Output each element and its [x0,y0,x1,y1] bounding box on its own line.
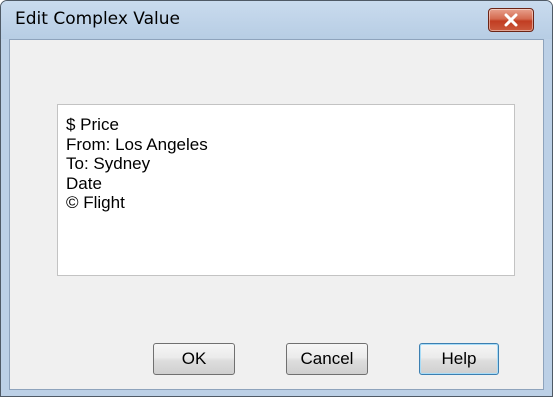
cancel-button[interactable]: Cancel [286,343,368,375]
dialog-content: $ Price From: Los Angeles To: Sydney Dat… [9,39,544,390]
value-line-price: $ Price [66,115,119,134]
close-button[interactable] [488,8,534,32]
value-line-flight: © Flight [66,193,125,212]
complex-value-textbox[interactable]: $ Price From: Los Angeles To: Sydney Dat… [57,104,515,276]
title-bar[interactable]: Edit Complex Value [1,1,552,39]
window-title: Edit Complex Value [15,9,180,29]
close-x-icon [504,13,518,27]
value-line-date: Date [66,173,102,193]
value-line-to: To: Sydney [66,154,151,173]
value-line-from: From: Los Angeles [66,134,208,154]
ok-button[interactable]: OK [153,343,235,375]
value-lines: $ Price From: Los Angeles To: Sydney Dat… [66,115,208,213]
edit-complex-value-dialog: Edit Complex Value $ Price From: Los Ang… [0,0,553,397]
help-button[interactable]: Help [419,343,499,375]
